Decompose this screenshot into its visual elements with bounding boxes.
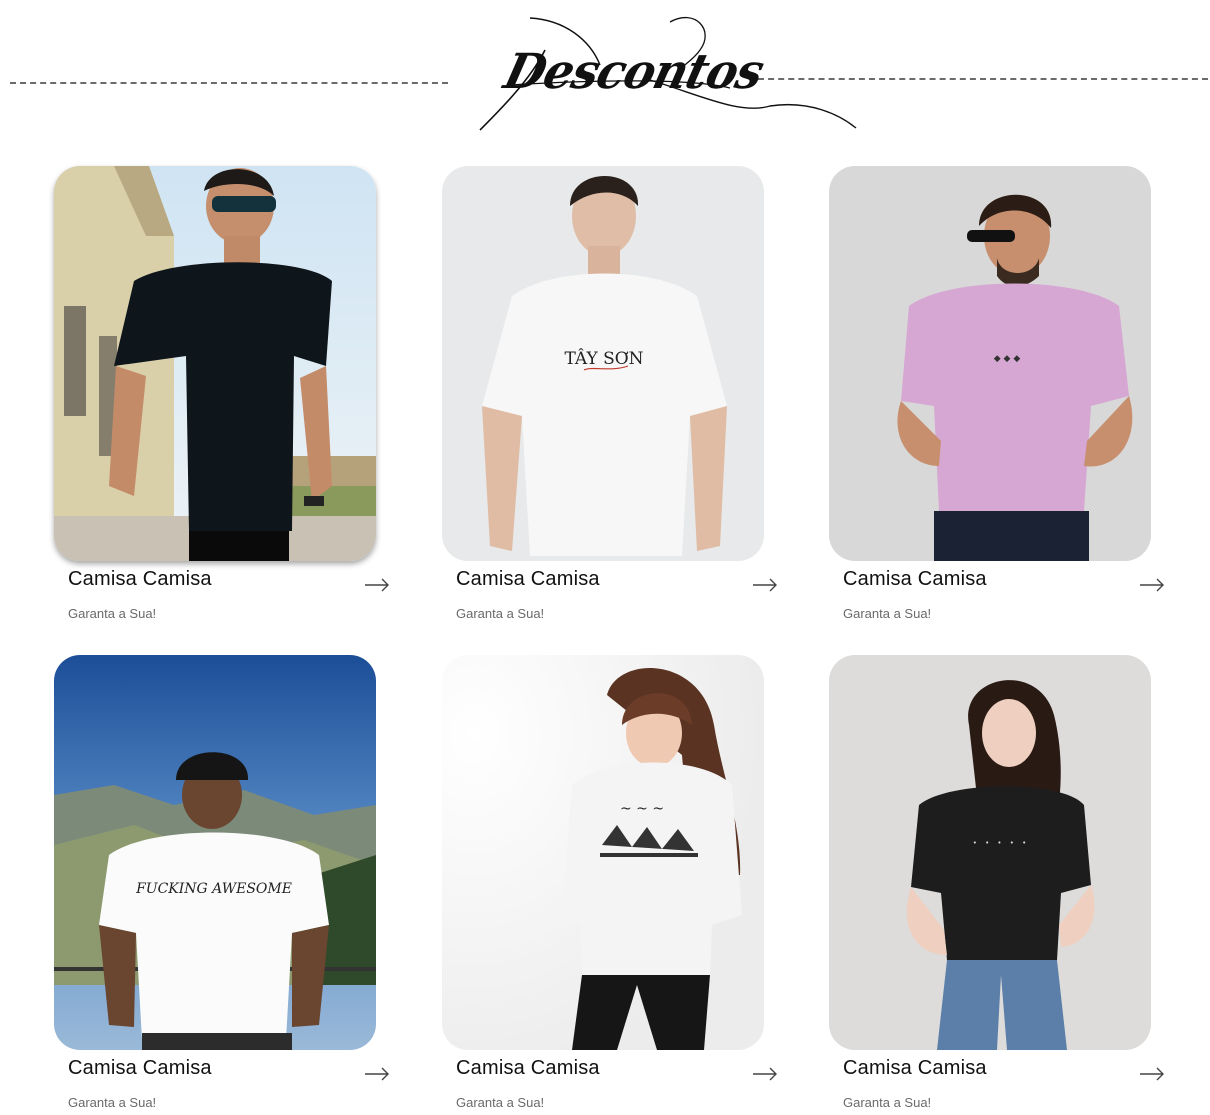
section-title: Descontos [498,42,770,100]
product-card[interactable]: • • • • • Camisa Camisa Garanta a Sua! [829,655,1169,1115]
shirt-print-text: TÂY SƠN [564,348,643,369]
arrow-right-icon [1140,578,1164,592]
svg-text:• • • • •: • • • • • [973,839,1030,847]
section-header: Descontos [0,0,1210,140]
product-name: Camisa Camisa [456,568,600,590]
shirt-print-text: FUCKING AWESOME [135,881,292,897]
arrow-right-icon [753,578,777,592]
product-photo[interactable]: TÂY SƠN [442,166,764,561]
product-card[interactable]: TÂY SƠN Camisa Camisa Garanta a Sua! [442,166,782,626]
section-title-wrap: Descontos [470,10,870,135]
product-photo[interactable]: • • • • • [829,655,1151,1050]
svg-text:~ ~ ~: ~ ~ ~ [620,801,664,817]
product-arrow-button[interactable] [750,1059,780,1089]
arrow-right-icon [753,1067,777,1081]
product-arrow-button[interactable] [1137,570,1167,600]
product-card[interactable]: FUCKING AWESOME Camisa Camisa Garanta a … [54,655,394,1115]
arrow-right-icon [365,578,389,592]
product-photo[interactable] [54,166,376,561]
product-card[interactable]: ~ ~ ~ Camisa Camisa Garanta a Sua! [442,655,782,1115]
dashed-divider-left [10,82,448,84]
product-card[interactable]: Camisa Camisa Garanta a Sua! [54,166,394,626]
product-name: Camisa Camisa [843,1057,987,1079]
product-name: Camisa Camisa [68,568,212,590]
product-arrow-button[interactable] [1137,1059,1167,1089]
svg-text:◆ ◆ ◆: ◆ ◆ ◆ [994,354,1021,364]
product-tagline: Garanta a Sua! [456,606,545,621]
arrow-right-icon [365,1067,389,1081]
product-photo[interactable]: ~ ~ ~ [442,655,764,1050]
product-card[interactable]: ◆ ◆ ◆ Camisa Camisa Garanta a Sua! [829,166,1169,626]
product-name: Camisa Camisa [68,1057,212,1079]
product-tagline: Garanta a Sua! [843,606,932,621]
product-name: Camisa Camisa [456,1057,600,1079]
product-tagline: Garanta a Sua! [68,606,157,621]
product-arrow-button[interactable] [362,1059,392,1089]
product-photo[interactable]: ◆ ◆ ◆ [829,166,1151,561]
product-name: Camisa Camisa [843,568,987,590]
product-photo[interactable]: FUCKING AWESOME [54,655,376,1050]
arrow-right-icon [1140,1067,1164,1081]
product-arrow-button[interactable] [362,570,392,600]
product-arrow-button[interactable] [750,570,780,600]
